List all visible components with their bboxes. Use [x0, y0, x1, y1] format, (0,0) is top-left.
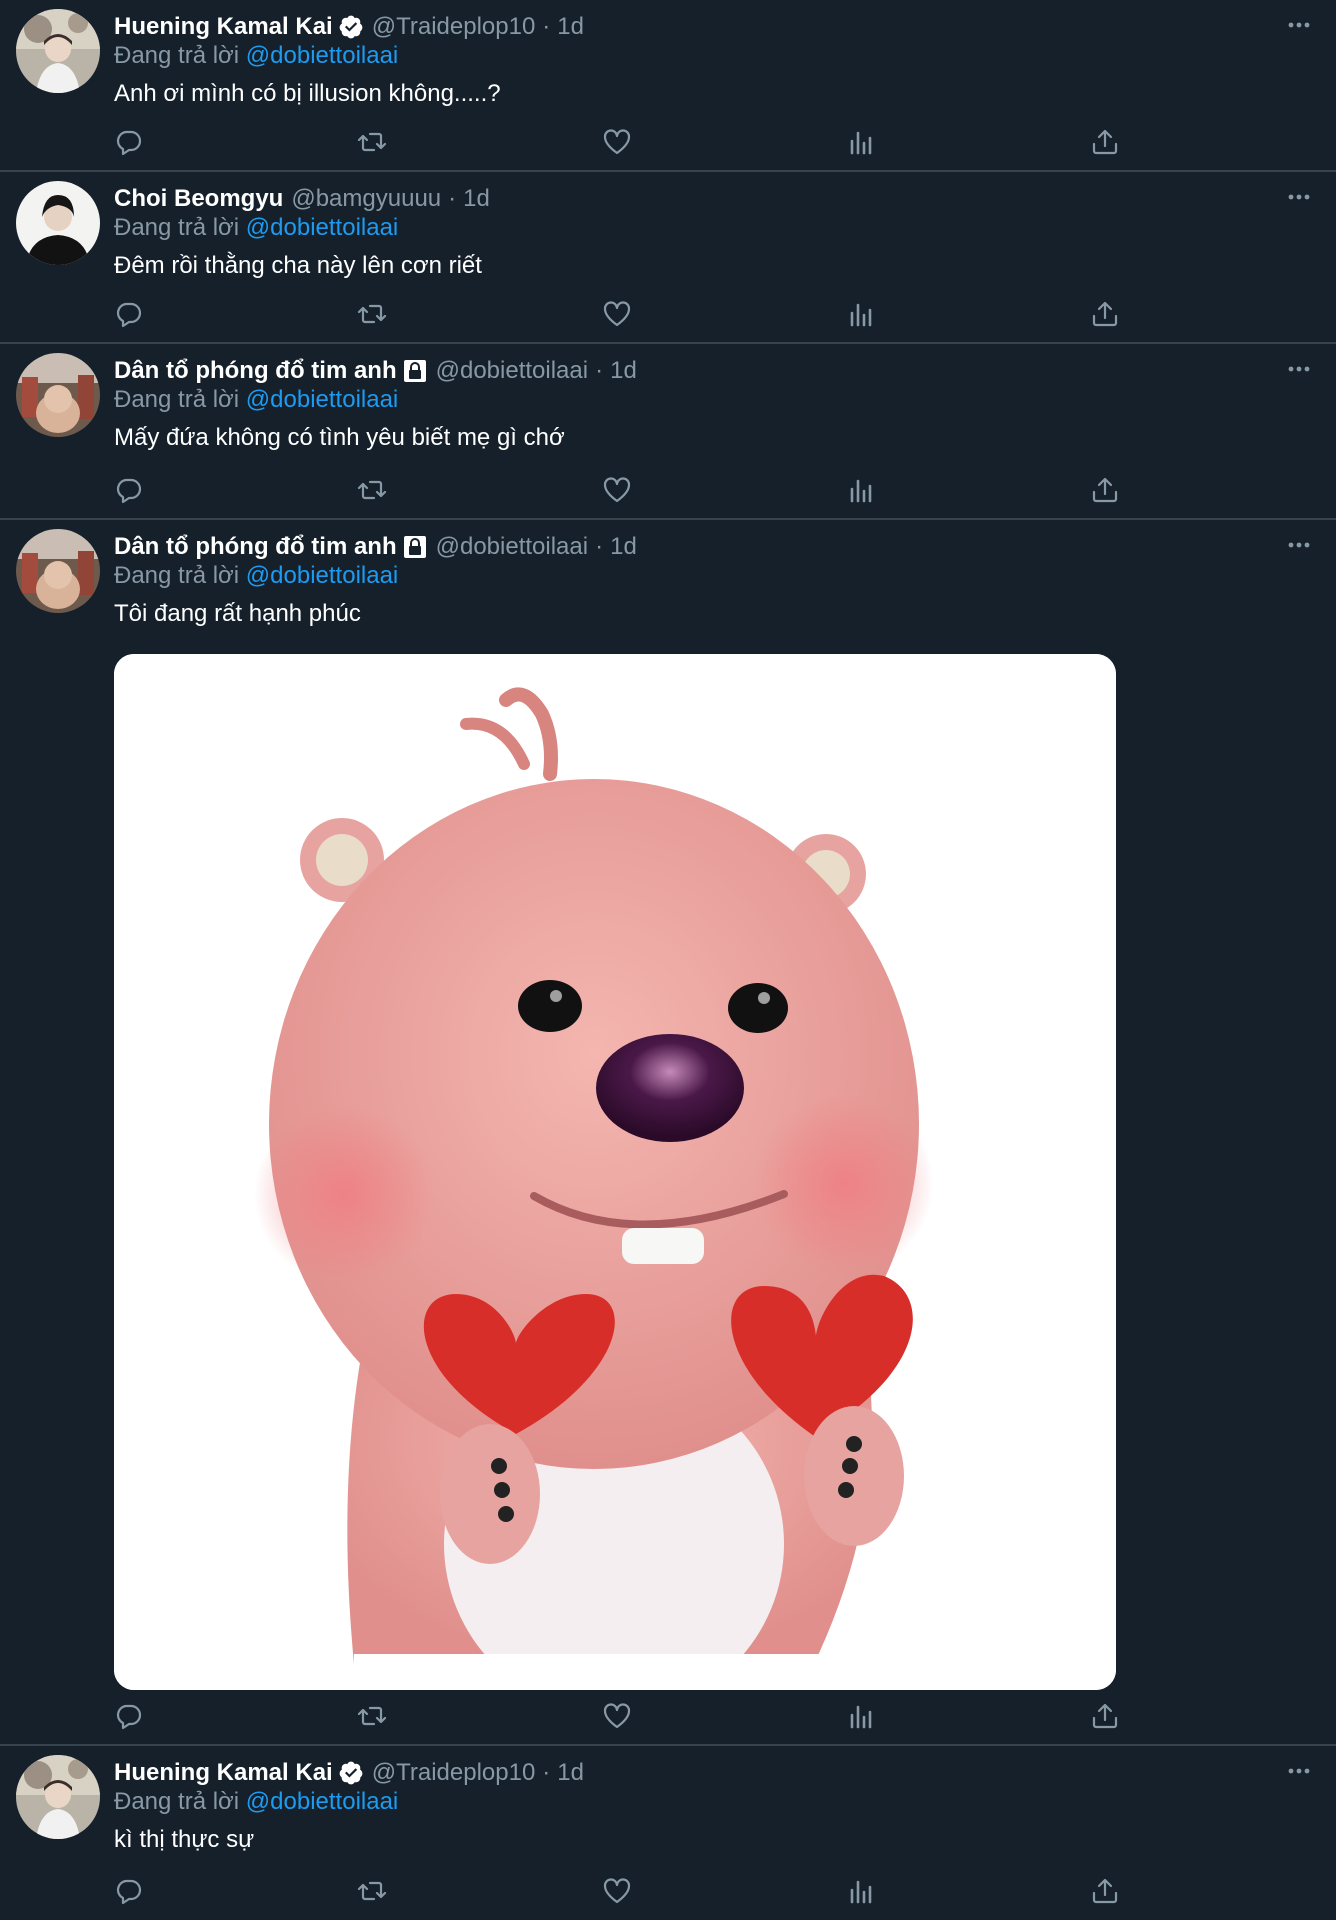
more-options-icon[interactable] — [1284, 10, 1314, 40]
replying-to: Đang trả lời @dobiettoilaai — [114, 562, 398, 590]
tweet[interactable]: Choi Beomgyu @bamgyuuuu · 1d Đang trả lờ… — [0, 172, 1336, 344]
replying-to: Đang trả lời @dobiettoilaai — [114, 214, 398, 242]
tweet-text: Tôi đang rất hạnh phúc — [114, 600, 361, 627]
tweet-text: Đêm rồi thằng cha này lên cơn riết — [114, 252, 482, 279]
verified-badge-icon — [339, 15, 363, 39]
replying-to: Đang trả lời @dobiettoilaai — [114, 42, 398, 70]
more-options-icon[interactable] — [1284, 1756, 1314, 1786]
avatar[interactable] — [16, 529, 100, 613]
action-bar — [114, 299, 1118, 333]
separator-dot: · — [448, 185, 457, 212]
reply-icon[interactable] — [114, 1701, 144, 1731]
more-options-icon[interactable] — [1284, 354, 1314, 384]
analytics-icon[interactable] — [846, 475, 876, 505]
action-bar — [114, 1701, 1118, 1735]
replying-to-label: Đang trả lời — [114, 1788, 240, 1815]
reply-icon[interactable] — [114, 1876, 144, 1906]
share-icon[interactable] — [1090, 1876, 1120, 1906]
timestamp[interactable]: 1d — [463, 185, 490, 213]
tweet[interactable]: Huening Kamal Kai @Traideplop10 · 1d Đan… — [0, 0, 1336, 172]
handle[interactable]: @dobiettoilaai — [436, 357, 588, 385]
display-name[interactable]: Dân tổ phóng đổ tim anh — [114, 533, 397, 561]
more-options-icon[interactable] — [1284, 182, 1314, 212]
tweet-text: Anh ơi mình có bị illusion không.....? — [114, 80, 501, 107]
retweet-icon[interactable] — [357, 299, 387, 329]
avatar[interactable] — [16, 1755, 100, 1839]
separator-dot: · — [595, 357, 604, 384]
reply-icon[interactable] — [114, 127, 144, 157]
analytics-icon[interactable] — [846, 1876, 876, 1906]
handle[interactable]: @Traideplop10 — [372, 1759, 536, 1787]
tweet[interactable]: Huening Kamal Kai @Traideplop10 · 1d Đan… — [0, 1746, 1336, 1920]
replying-to: Đang trả lời @dobiettoilaai — [114, 1788, 398, 1816]
analytics-icon[interactable] — [846, 1701, 876, 1731]
action-bar — [114, 475, 1118, 509]
mention-link[interactable]: @dobiettoilaai — [246, 42, 398, 69]
action-bar — [114, 1876, 1118, 1910]
like-icon[interactable] — [602, 1876, 632, 1906]
replying-to-label: Đang trả lời — [114, 562, 240, 589]
tweet[interactable]: Dân tổ phóng đổ tim anh @dobiettoilaai ·… — [0, 344, 1336, 520]
mention-link[interactable]: @dobiettoilaai — [246, 562, 398, 589]
verified-badge-icon — [339, 1761, 363, 1785]
like-icon[interactable] — [602, 127, 632, 157]
mention-link[interactable]: @dobiettoilaai — [246, 214, 398, 241]
analytics-icon[interactable] — [846, 127, 876, 157]
timestamp[interactable]: 1d — [557, 1759, 584, 1787]
share-icon[interactable] — [1090, 299, 1120, 329]
timestamp[interactable]: 1d — [557, 13, 584, 41]
retweet-icon[interactable] — [357, 475, 387, 505]
retweet-icon[interactable] — [357, 1701, 387, 1731]
display-name[interactable]: Huening Kamal Kai — [114, 13, 333, 41]
lock-icon — [403, 360, 426, 382]
avatar[interactable] — [16, 9, 100, 93]
handle[interactable]: @Traideplop10 — [372, 13, 536, 41]
like-icon[interactable] — [602, 299, 632, 329]
analytics-icon[interactable] — [846, 299, 876, 329]
like-icon[interactable] — [602, 1701, 632, 1731]
replying-to-label: Đang trả lời — [114, 214, 240, 241]
retweet-icon[interactable] — [357, 127, 387, 157]
retweet-icon[interactable] — [357, 1876, 387, 1906]
action-bar — [114, 127, 1118, 161]
tweet-image[interactable] — [114, 654, 1116, 1690]
display-name[interactable]: Dân tổ phóng đổ tim anh — [114, 357, 397, 385]
reply-icon[interactable] — [114, 299, 144, 329]
tweet-text: Mấy đứa không có tình yêu biết mẹ gì chớ — [114, 424, 565, 451]
lock-icon — [403, 536, 426, 558]
avatar[interactable] — [16, 353, 100, 437]
tweet-text: kì thị thực sự — [114, 1826, 255, 1853]
display-name[interactable]: Huening Kamal Kai — [114, 1759, 333, 1787]
mention-link[interactable]: @dobiettoilaai — [246, 386, 398, 413]
timestamp[interactable]: 1d — [610, 533, 637, 561]
more-options-icon[interactable] — [1284, 530, 1314, 560]
replying-to-label: Đang trả lời — [114, 386, 240, 413]
reply-icon[interactable] — [114, 475, 144, 505]
like-icon[interactable] — [602, 475, 632, 505]
mention-link[interactable]: @dobiettoilaai — [246, 1788, 398, 1815]
timestamp[interactable]: 1d — [610, 357, 637, 385]
share-icon[interactable] — [1090, 1701, 1120, 1731]
tweet[interactable]: Dân tổ phóng đổ tim anh @dobiettoilaai ·… — [0, 520, 1336, 1746]
separator-dot: · — [542, 13, 551, 40]
separator-dot: · — [595, 533, 604, 560]
share-icon[interactable] — [1090, 475, 1120, 505]
replying-to-label: Đang trả lời — [114, 42, 240, 69]
avatar[interactable] — [16, 181, 100, 265]
replying-to: Đang trả lời @dobiettoilaai — [114, 386, 398, 414]
handle[interactable]: @dobiettoilaai — [436, 533, 588, 561]
display-name[interactable]: Choi Beomgyu — [114, 185, 283, 213]
handle[interactable]: @bamgyuuuu — [291, 185, 441, 213]
share-icon[interactable] — [1090, 127, 1120, 157]
separator-dot: · — [542, 1759, 551, 1786]
